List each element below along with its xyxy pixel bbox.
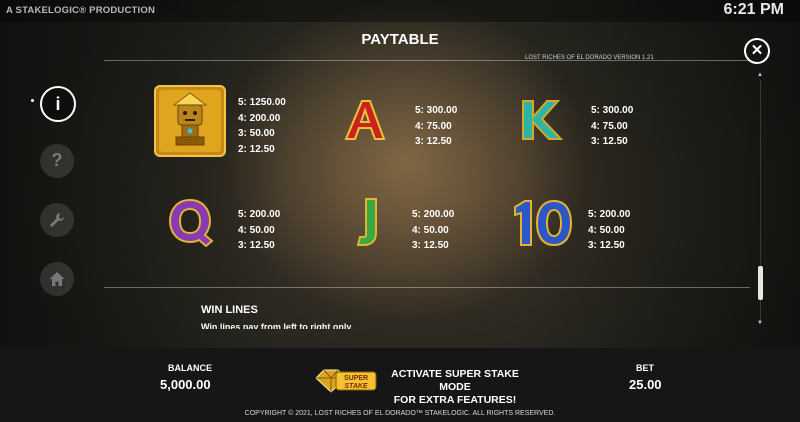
clock: 6:21 PM xyxy=(723,1,784,18)
letter-a-pays: 5: 300.00 4: 75.00 3: 12.50 xyxy=(415,105,458,147)
scroll-down-arrow-icon[interactable]: ▼ xyxy=(757,320,763,326)
studio-credit: A STAKELOGIC® PRODUCTION xyxy=(6,5,156,16)
divider-section xyxy=(104,287,750,288)
copyright-text: COPYRIGHT © 2021, LOST RICHES OF EL DORA… xyxy=(244,410,556,417)
svg-text:STAKE: STAKE xyxy=(344,383,368,390)
letter-a-symbol-icon xyxy=(340,95,390,150)
page-title: PAYTABLE xyxy=(361,31,439,48)
win-lines-text: Win lines pay from left to right only xyxy=(201,322,352,329)
idol-pays: 5: 1250.00 4: 200.00 3: 50.00 2: 12.50 xyxy=(238,97,286,155)
balance-label: BALANCE xyxy=(168,363,212,373)
scroll-up-arrow-icon[interactable]: ▲ xyxy=(757,72,763,78)
active-indicator xyxy=(31,99,34,102)
wrench-icon xyxy=(50,213,64,227)
nav-settings-button[interactable] xyxy=(40,203,74,237)
letter-q-pays: 5: 200.00 4: 50.00 3: 12.50 xyxy=(238,209,281,251)
letter-q-symbol-icon xyxy=(166,196,216,253)
letter-j-symbol-icon xyxy=(352,195,382,254)
home-icon xyxy=(49,272,65,286)
promo-line-1: ACTIVATE SUPER STAKE MODE xyxy=(391,368,519,393)
svg-text:SUPER: SUPER xyxy=(344,375,368,382)
number-10-pays: 5: 200.00 4: 50.00 3: 12.50 xyxy=(588,209,631,251)
letter-k-symbol-icon xyxy=(515,95,565,150)
version-label: LOST RICHES OF EL DORADO VERSION 1.21 xyxy=(525,55,654,61)
super-stake-logo-icon: SUPER STAKE xyxy=(315,369,377,393)
letter-k-pays: 5: 300.00 4: 75.00 3: 12.50 xyxy=(591,105,634,147)
idol-symbol-icon xyxy=(154,85,226,162)
nav-home-button[interactable] xyxy=(40,262,74,296)
super-stake-promo[interactable]: ACTIVATE SUPER STAKE MODE FOR EXTRA FEAT… xyxy=(375,368,535,407)
balance-value: 5,000.00 xyxy=(160,377,211,392)
bet-label: BET xyxy=(636,363,654,373)
letter-j-pays: 5: 200.00 4: 50.00 3: 12.50 xyxy=(412,209,455,251)
close-icon: ✕ xyxy=(750,42,764,59)
super-stake-button[interactable]: SUPER STAKE xyxy=(312,366,380,401)
bet-value: 25.00 xyxy=(629,377,662,392)
info-icon: i xyxy=(55,94,61,114)
nav-help-button[interactable]: ? xyxy=(40,144,74,178)
promo-line-2: FOR EXTRA FEATURES! xyxy=(393,394,517,406)
win-lines-heading: WIN LINES xyxy=(201,304,258,316)
number-10-symbol-icon xyxy=(509,197,575,254)
nav-info-button[interactable]: i xyxy=(40,86,76,122)
help-icon: ? xyxy=(51,150,63,170)
scrollbar-thumb[interactable] xyxy=(758,266,763,300)
